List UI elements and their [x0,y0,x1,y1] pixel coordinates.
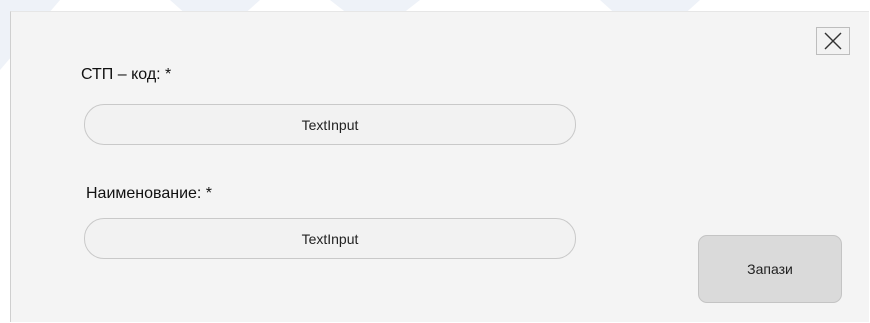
close-icon [824,32,842,50]
code-field-label: СТП – код: * [81,66,172,83]
close-button[interactable] [816,27,850,55]
name-field-label: Наименование: * [86,185,213,202]
code-input[interactable] [84,104,576,145]
save-button-label: Запази [747,261,793,277]
name-input[interactable] [84,218,576,259]
save-button[interactable]: Запази [698,235,842,303]
